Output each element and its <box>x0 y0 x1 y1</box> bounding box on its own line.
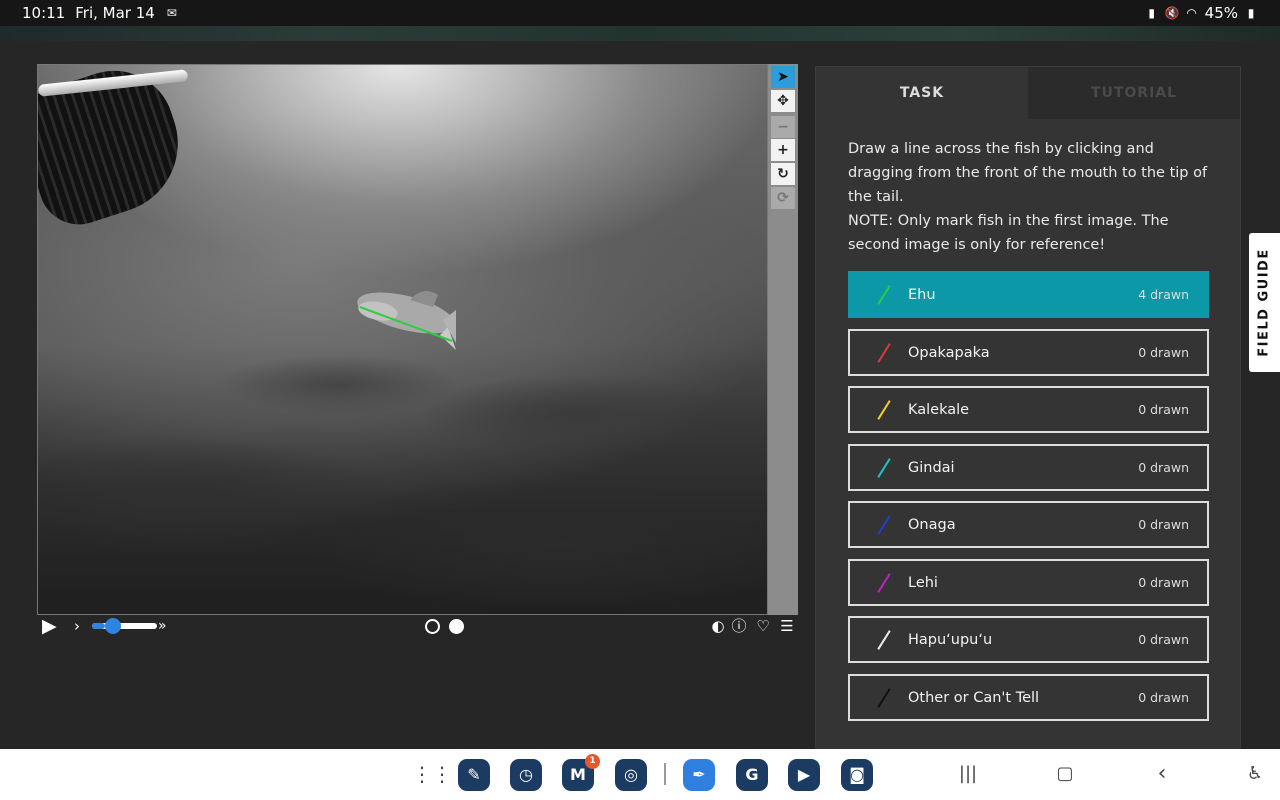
line-tool-icon <box>874 572 894 594</box>
reset-icon[interactable]: ⟳ <box>771 187 795 209</box>
choice-kalekale[interactable]: Kalekale 0 drawn <box>848 386 1209 433</box>
task-panel: TASK TUTORIAL Draw a line across the fis… <box>815 66 1241 750</box>
frame-2-button[interactable] <box>449 619 464 634</box>
choice-label: Other or Can't Tell <box>908 689 1040 706</box>
line-tool-icon <box>874 284 894 306</box>
choice-label: Opakapaka <box>908 344 990 361</box>
date: Fri, Mar 14 <box>75 4 155 22</box>
notes-app-icon[interactable]: ✎ <box>458 759 490 791</box>
choice-label: Onaga <box>908 516 956 533</box>
fish-annotation-layer <box>357 291 456 350</box>
mute-icon: 🔇 <box>1164 6 1180 20</box>
choice-ehu[interactable]: Ehu 4 drawn <box>848 271 1209 318</box>
gmail-notification-icon: ✉ <box>166 6 177 20</box>
pen-app-icon[interactable]: ✒ <box>683 759 715 791</box>
android-nav-bar: ⋮⋮ ✎ ◷ M 1 ◎ ✒ G ▶ ◙ ||| ▢ ‹ ♿ <box>0 749 1280 800</box>
zoom-in-icon[interactable]: + <box>771 139 795 161</box>
recents-icon[interactable]: ||| <box>954 762 982 786</box>
choice-label: Kalekale <box>908 401 970 418</box>
home-icon[interactable]: ▢ <box>1051 762 1079 786</box>
choice-label: Ehu <box>908 286 936 303</box>
choice-count: 0 drawn <box>1138 402 1189 417</box>
back-icon[interactable]: ‹ <box>1148 762 1176 786</box>
move-icon[interactable]: ✥ <box>771 90 795 112</box>
battery-icon: ▮ <box>1247 6 1255 20</box>
info-icon[interactable]: ⓘ <box>730 616 748 636</box>
dock-divider <box>664 763 666 785</box>
line-tool-icon <box>874 399 894 421</box>
line-tool-icon <box>874 514 894 536</box>
choice-count: 0 drawn <box>1138 632 1189 647</box>
instagram-app-icon[interactable]: ◙ <box>841 759 873 791</box>
choice-onaga[interactable]: Onaga 0 drawn <box>848 501 1209 548</box>
clock: 10:11 <box>22 4 66 22</box>
step-forward-icon[interactable]: › <box>74 615 80 637</box>
image-toolbar: ➤ ✥ − + ↻ ⟳ <box>768 64 798 615</box>
zoom-out-icon[interactable]: − <box>771 116 795 138</box>
line-tool-icon <box>874 687 894 709</box>
line-tool-icon <box>874 457 894 479</box>
line-tool-icon <box>874 629 894 651</box>
slider-fill <box>92 623 105 629</box>
choice-other[interactable]: Other or Can't Tell 0 drawn <box>848 674 1209 721</box>
wifi-icon: ◠ <box>1186 6 1197 20</box>
choice-hapuupuu[interactable]: Hapuʻupuʻu 0 drawn <box>848 616 1209 663</box>
pointer-icon[interactable]: ➤ <box>771 66 795 88</box>
collections-list-icon[interactable]: ☰ <box>778 616 796 636</box>
slider-thumb[interactable] <box>105 618 121 634</box>
tab-task[interactable]: TASK <box>816 67 1028 119</box>
choice-label: Gindai <box>908 459 955 476</box>
choice-count: 4 drawn <box>1138 287 1189 302</box>
frame-controls: ▶ › » ◐ ⓘ ♡ ☰ <box>37 613 798 639</box>
gmail-app-icon[interactable]: M 1 <box>562 754 600 791</box>
panel-tabs: TASK TUTORIAL <box>816 67 1240 119</box>
clock-app-icon[interactable]: ◷ <box>510 759 542 791</box>
line-tool-icon <box>874 342 894 364</box>
choice-count: 0 drawn <box>1138 517 1189 532</box>
choice-count: 0 drawn <box>1138 690 1189 705</box>
accessibility-icon[interactable]: ♿ <box>1241 762 1269 786</box>
choice-gindai[interactable]: Gindai 0 drawn <box>848 444 1209 491</box>
app-drawer-icon[interactable]: ⋮⋮ <box>412 762 452 786</box>
video-player-app-icon[interactable]: ▶ <box>788 759 820 791</box>
status-bar: 10:11 Fri, Mar 14 ✉ ▮ 🔇 ◠ 45% ▮ <box>0 0 1280 26</box>
play-icon[interactable]: ▶ <box>42 615 62 637</box>
subject-image-viewer[interactable] <box>37 64 768 615</box>
tab-tutorial[interactable]: TUTORIAL <box>1028 67 1240 119</box>
mail-badge: 1 <box>585 754 600 769</box>
google-app-icon[interactable]: G <box>736 759 768 791</box>
fish <box>357 291 456 350</box>
choice-label: Lehi <box>908 574 938 591</box>
rotate-icon[interactable]: ↻ <box>771 163 795 185</box>
choice-lehi[interactable]: Lehi 0 drawn <box>848 559 1209 606</box>
fast-forward-icon[interactable]: » <box>158 615 167 637</box>
contrast-icon[interactable]: ◐ <box>709 616 727 636</box>
instruction-text: Draw a line across the fish by clicking … <box>848 141 1208 205</box>
playback-slider[interactable] <box>92 623 157 629</box>
choice-count: 0 drawn <box>1138 575 1189 590</box>
choice-opakapaka[interactable]: Opakapaka 0 drawn <box>848 329 1209 376</box>
task-instructions: Draw a line across the fish by clicking … <box>848 137 1218 257</box>
choice-count: 0 drawn <box>1138 460 1189 475</box>
battery-saver-icon: ▮ <box>1148 6 1155 20</box>
background-strip <box>0 26 1280 41</box>
field-guide-label: FIELD GUIDE <box>1257 248 1272 357</box>
choice-count: 0 drawn <box>1138 345 1189 360</box>
choice-label: Hapuʻupuʻu <box>908 631 993 648</box>
favorite-icon[interactable]: ♡ <box>754 616 772 636</box>
field-guide-button[interactable]: FIELD GUIDE <box>1249 233 1280 372</box>
frame-1-button[interactable] <box>425 619 440 634</box>
battery-level: 45% <box>1204 4 1238 22</box>
chrome-app-icon[interactable]: ◎ <box>615 759 647 791</box>
instruction-note: NOTE: Only mark fish in the first image.… <box>848 213 1169 253</box>
